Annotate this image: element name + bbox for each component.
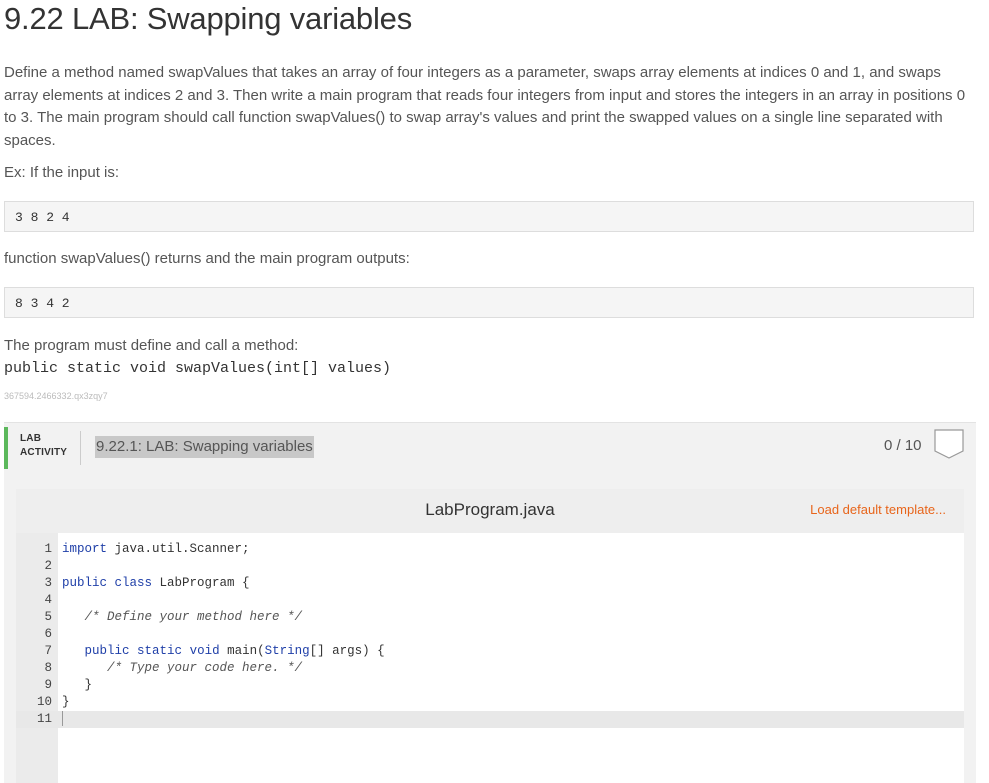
lab-activity-tag: LAB ACTIVITY xyxy=(20,432,67,460)
load-default-template-link[interactable]: Load default template... xyxy=(810,502,946,517)
line-number: 2 xyxy=(44,559,52,573)
code-line[interactable]: 10} xyxy=(16,694,964,711)
page-title: 9.22 LAB: Swapping variables xyxy=(4,1,412,36)
code-line[interactable]: 1 import java.util.Scanner; xyxy=(16,541,964,558)
lab-tag-line2: ACTIVITY xyxy=(20,447,68,458)
example-output-box: 8 3 4 2 xyxy=(4,287,974,318)
lab-activity-panel: LAB ACTIVITY 9.22.1: LAB: Swapping varia… xyxy=(4,422,976,783)
example-intro: Ex: If the input is: xyxy=(4,164,120,181)
lab-title: 9.22.1: LAB: Swapping variables xyxy=(95,436,314,458)
code-editor: LabProgram.java Load default template...… xyxy=(16,489,964,783)
lab-tag-line1: LAB xyxy=(20,433,42,444)
text-cursor xyxy=(62,711,63,727)
code-line[interactable]: 8 /* Type your code here. */ xyxy=(16,660,964,677)
line-number: 6 xyxy=(44,627,52,641)
line-number: 1 xyxy=(44,542,52,556)
example-mid-text: function swapValues() returns and the ma… xyxy=(4,250,410,267)
lab-accent-stripe xyxy=(4,427,8,469)
method-signature: public static void swapValues(int[] valu… xyxy=(4,360,392,377)
code-line[interactable]: 2 xyxy=(16,558,964,575)
line-number: 9 xyxy=(44,678,52,692)
code-input-area[interactable]: 1 import java.util.Scanner; 2 3 public class… xyxy=(16,541,964,728)
example-input-box: 3 8 2 4 xyxy=(4,201,974,232)
code-line[interactable]: 3 public class LabProgram { xyxy=(16,575,964,592)
code-text: public class LabProgram { xyxy=(62,576,250,590)
code-text: } xyxy=(62,695,70,709)
lab-score: 0 / 10 xyxy=(884,437,922,454)
code-text: import java.util.Scanner; xyxy=(62,542,250,556)
code-line[interactable]: 6 xyxy=(16,626,964,643)
line-number: 8 xyxy=(44,661,52,675)
line-number: 10 xyxy=(36,695,52,709)
line-number: 11 xyxy=(36,712,52,726)
code-line[interactable]: 11 xyxy=(16,711,964,728)
lab-divider xyxy=(80,431,81,465)
code-line[interactable]: 7 public static void main(String[] args)… xyxy=(16,643,964,660)
lab-header: LAB ACTIVITY 9.22.1: LAB: Swapping varia… xyxy=(4,423,976,471)
line-number: 5 xyxy=(44,610,52,624)
line-number: 4 xyxy=(44,593,52,607)
requirement-text: The program must define and call a metho… xyxy=(4,337,299,354)
description: Define a method named swapValues that ta… xyxy=(4,64,966,149)
code-line[interactable]: 5 /* Define your method here */ xyxy=(16,609,964,626)
code-text: /* Type your code here. */ xyxy=(107,661,303,675)
code-text: } xyxy=(62,678,93,692)
code-line[interactable]: 4 xyxy=(16,592,964,609)
completion-badge-icon xyxy=(934,429,964,459)
editor-header: LabProgram.java Load default template... xyxy=(16,489,964,533)
code-text: public static void main(String[] args) { xyxy=(84,644,385,658)
tracking-id: 367594.2466332.qx3zqy7 xyxy=(4,391,108,401)
line-number: 7 xyxy=(44,644,52,658)
code-line[interactable]: 9 } xyxy=(16,677,964,694)
line-number: 3 xyxy=(44,576,52,590)
code-text: /* Define your method here */ xyxy=(84,610,303,624)
